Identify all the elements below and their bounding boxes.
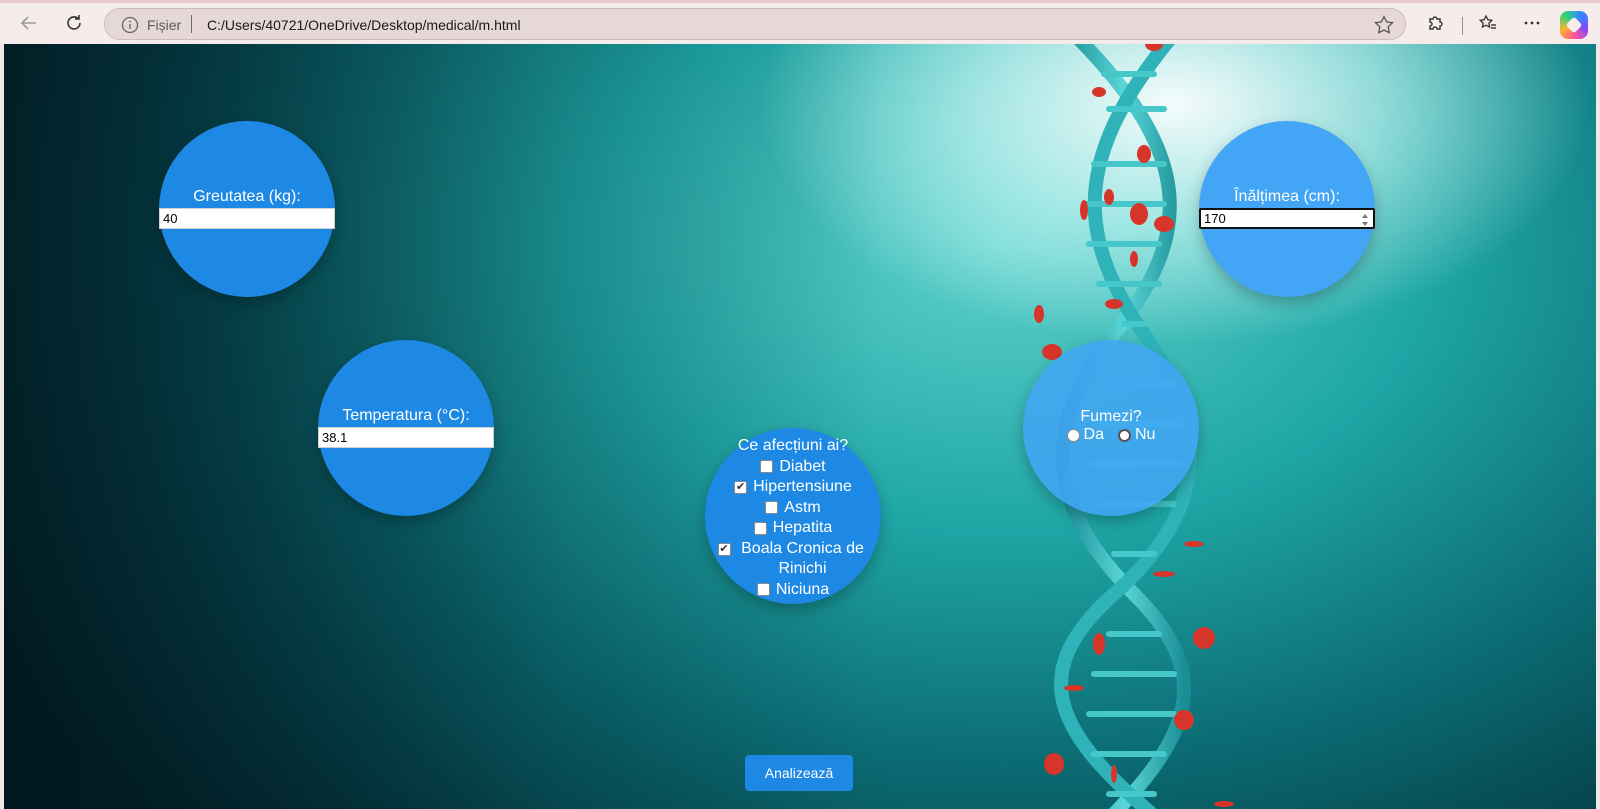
checkbox-hepatita[interactable] xyxy=(753,521,767,535)
conditions-question: Ce afecțiuni ai? xyxy=(737,437,849,454)
analyze-button[interactable]: Analizează xyxy=(745,755,853,791)
radio-da-label: Da xyxy=(1083,426,1104,443)
back-button[interactable] xyxy=(13,7,45,39)
condition-label: Boala Cronica de Rinichi xyxy=(741,539,864,578)
refresh-button[interactable] xyxy=(58,7,90,39)
condition-hepatita[interactable]: Hepatita xyxy=(705,518,881,539)
favorites-list-icon xyxy=(1478,14,1496,29)
checkbox-boala-cronica-rinichi[interactable] xyxy=(717,542,731,556)
number-spinner-icon[interactable] xyxy=(1361,213,1369,227)
copilot-icon[interactable] xyxy=(1560,11,1588,39)
condition-boala-cronica-rinichi[interactable]: Boala Cronica de Rinichi xyxy=(705,539,881,580)
refresh-icon xyxy=(67,15,81,30)
favorite-star-icon[interactable] xyxy=(1373,14,1395,36)
weight-input[interactable] xyxy=(159,208,335,229)
condition-label: Niciuna xyxy=(775,580,830,598)
puzzle-icon xyxy=(1429,16,1443,30)
info-icon[interactable] xyxy=(121,16,139,34)
radio-nu-label: Nu xyxy=(1135,426,1156,443)
extensions-button[interactable] xyxy=(1420,7,1452,39)
condition-label: Astm xyxy=(784,498,821,516)
conditions-list: Ce afecțiuni ai? Diabet Hipertensiune As… xyxy=(705,436,881,600)
condition-hipertensiune[interactable]: Hipertensiune xyxy=(705,477,881,498)
more-menu-button[interactable] xyxy=(1516,7,1548,39)
checkbox-hipertensiune[interactable] xyxy=(734,480,748,494)
condition-niciuna[interactable]: Niciuna xyxy=(705,580,881,601)
temperature-label: Temperatura (°C): xyxy=(342,407,470,424)
condition-astm[interactable]: Astm xyxy=(705,498,881,519)
smoking-question: Fumezi? xyxy=(1080,408,1142,425)
url-text[interactable]: C:/Users/40721/OneDrive/Desktop/medical/… xyxy=(207,17,521,33)
address-separator xyxy=(191,15,192,33)
address-bar[interactable]: Fișier C:/Users/40721/OneDrive/Desktop/m… xyxy=(104,8,1406,40)
page-viewport: Greutatea (kg): Înălțimea (cm): Temperat… xyxy=(4,44,1596,809)
browser-toolbar: Fișier C:/Users/40721/OneDrive/Desktop/m… xyxy=(0,3,1600,43)
temperature-circle: Temperatura (°C): xyxy=(318,340,494,516)
toolbar-divider xyxy=(1462,17,1463,35)
condition-label: Hepatita xyxy=(772,519,833,536)
weight-label: Greutatea (kg): xyxy=(193,188,301,205)
favorites-button[interactable] xyxy=(1472,7,1504,39)
condition-diabet[interactable]: Diabet xyxy=(705,457,881,478)
weight-circle: Greutatea (kg): xyxy=(159,121,335,297)
checkbox-niciuna[interactable] xyxy=(756,583,770,597)
condition-label: Diabet xyxy=(779,457,826,475)
back-arrow-icon xyxy=(20,16,36,30)
height-circle: Înălțimea (cm): xyxy=(1199,121,1375,297)
radio-da[interactable] xyxy=(1066,428,1080,442)
checkbox-diabet[interactable] xyxy=(760,460,774,474)
temperature-input[interactable] xyxy=(318,427,494,448)
height-input[interactable] xyxy=(1199,208,1375,229)
scheme-label: Fișier xyxy=(147,17,182,33)
smoking-options: Da Nu xyxy=(1023,426,1199,444)
condition-label: Hipertensiune xyxy=(753,478,852,495)
radio-nu[interactable] xyxy=(1118,428,1131,442)
checkbox-astm[interactable] xyxy=(765,501,779,515)
more-dots-icon xyxy=(1524,21,1540,25)
conditions-circle: Ce afecțiuni ai? Diabet Hipertensiune As… xyxy=(705,428,881,604)
height-label: Înălțimea (cm): xyxy=(1234,188,1340,205)
smoking-circle: Fumezi? Da Nu xyxy=(1023,340,1199,516)
